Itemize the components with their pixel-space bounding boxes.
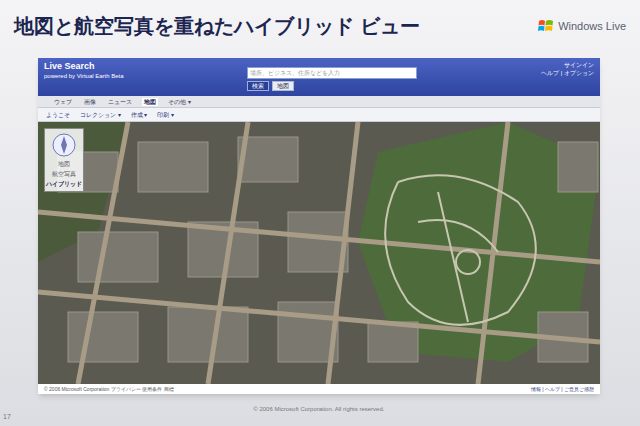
compass-icon[interactable] [51,132,77,158]
header-links: サインインヘルプ | オプション [541,61,594,77]
brand: Live Searchpowered by Virtual Earth Beta [44,61,124,80]
aerial-map[interactable] [38,122,600,384]
app-header: Live Searchpowered by Virtual Earth Beta… [38,58,600,96]
view-mode[interactable]: 地図 [58,160,70,168]
slide-copyright: © 2006 Microsoft Corporation. All rights… [253,405,384,422]
view-mode[interactable]: 航空写真 [52,170,76,178]
menu-item[interactable]: 作成 ▾ [131,111,148,119]
tab[interactable]: 地図 [142,98,158,106]
search-buttons: 検索地図 [247,81,417,91]
menu-item[interactable]: ようこそ [46,111,70,119]
search-box[interactable]: 場所、ビジネス、住所などを入力 [247,67,417,79]
search-button[interactable]: 地図 [272,81,294,91]
slide-title: 地図と航空写真を重ねたハイブリッド ビュー [14,14,420,38]
menu-item[interactable]: 印刷 ▾ [157,111,174,119]
menu-bar: ようこそ コレクション ▾ 作成 ▾ 印刷 ▾ [38,108,600,122]
header-link[interactable]: ヘルプ | オプション [541,69,594,77]
map-view[interactable]: 地図航空写真ハイブリッド [38,122,600,384]
slide-footer: 17 © 2006 Microsoft Corporation. All righ… [0,394,640,426]
brand-tagline: powered by Virtual Earth Beta [44,72,124,80]
logo-text: Windows Live [558,18,626,35]
tab[interactable]: ウェブ [52,98,74,106]
windows-flag-icon [538,19,554,33]
menu-item[interactable]: コレクション ▾ [80,111,121,119]
brand-name: Live Search [44,61,124,72]
tab[interactable]: ニュース [106,98,134,106]
search-button[interactable]: 検索 [247,81,269,91]
app-footer: © 2006 Microsoft Corporation プライバシー 使用条件… [38,384,600,394]
tab-bar: ウェブ画像ニュース地図その他 ▾ [38,96,600,108]
windows-live-logo: Windows Live [538,14,626,35]
search-area: 場所、ビジネス、住所などを入力検索地図 [247,61,417,91]
slide: 地図と航空写真を重ねたハイブリッド ビュー Windows Live Live Se… [0,0,640,426]
header-link[interactable]: サインイン [564,61,594,69]
screenshot: Live Searchpowered by Virtual Earth Beta… [38,58,600,394]
slide-number: 17 [3,412,11,423]
view-mode[interactable]: ハイブリッド [46,180,82,188]
tab[interactable]: 画像 [82,98,98,106]
tab[interactable]: その他 ▾ [166,98,193,106]
footer-right[interactable]: 情報 | ヘルプ | ご意見ご感想 [531,385,594,393]
slide-header: 地図と航空写真を重ねたハイブリッド ビュー Windows Live [0,0,640,58]
footer-left: © 2006 Microsoft Corporation プライバシー 使用条件… [44,385,174,393]
navigation-control: 地図航空写真ハイブリッド [44,128,84,192]
